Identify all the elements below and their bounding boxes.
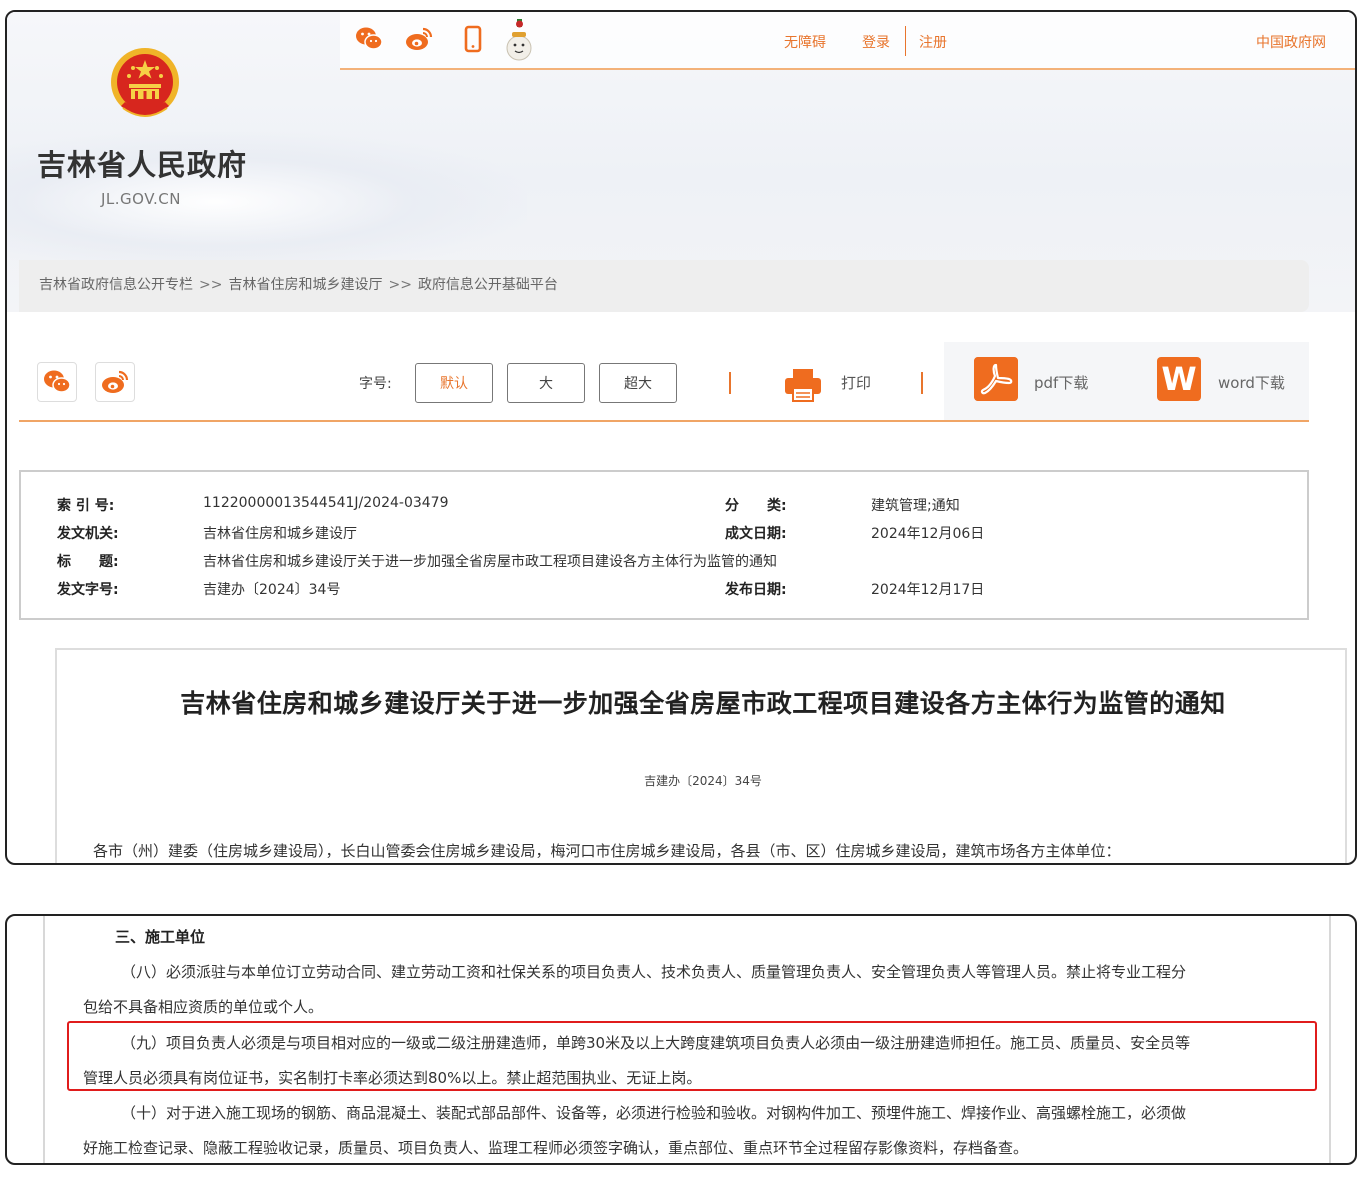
- page-edge-line: [1329, 916, 1331, 1163]
- webpage-screenshot-panel: 吉林省人民政府 JL.GOV.CN 无障碍 登录 注册 中国政府网 吉林省政府信…: [5, 10, 1357, 865]
- written-date-value: 2024年12月06日: [871, 526, 985, 542]
- register-link[interactable]: 注册: [919, 32, 947, 52]
- toolbar-divider: [729, 372, 731, 394]
- page-edge-line: [43, 916, 45, 1163]
- document-number-label: 发文字号:: [57, 582, 119, 598]
- breadcrumb-item[interactable]: 政府信息公开基础平台: [418, 277, 558, 293]
- title-label: 标 题:: [57, 554, 119, 570]
- breadcrumb-separator: >>: [388, 277, 412, 293]
- font-size-label: 字号:: [359, 376, 392, 392]
- paragraph-8-line-1: （八）必须派驻与本单位订立劳动合同、建立劳动工资和社保关系的项目负责人、技术负责…: [121, 963, 1187, 981]
- title-value: 吉林省住房和城乡建设厅关于进一步加强全省房屋市政工程项目建设各方主体行为监管的通…: [203, 554, 777, 570]
- top-link-divider: [905, 26, 906, 56]
- document-body: 吉林省住房和城乡建设厅关于进一步加强全省房屋市政工程项目建设各方主体行为监管的通…: [55, 648, 1347, 863]
- article-toolbar: 字号: 默认 大 超大 打印 pdf下载 W word下载: [19, 342, 1309, 422]
- share-weibo-button[interactable]: [95, 362, 135, 402]
- breadcrumb-item[interactable]: 吉林省住房和城乡建设厅: [228, 277, 382, 293]
- issuer-label: 发文机关:: [57, 526, 119, 542]
- word-icon[interactable]: W: [1157, 357, 1201, 401]
- login-link[interactable]: 登录: [862, 32, 890, 52]
- index-number-label: 索 引 号:: [57, 498, 115, 514]
- gov-portal-link[interactable]: 中国政府网: [1256, 32, 1326, 52]
- download-area: pdf下载 W word下载: [944, 342, 1309, 420]
- printer-icon[interactable]: [783, 368, 823, 402]
- document-metadata-box: 索 引 号: 11220000013544541J/2024-03479 分 类…: [19, 470, 1309, 620]
- font-size-large-button[interactable]: 大: [507, 363, 585, 403]
- written-date-label: 成文日期:: [725, 526, 787, 542]
- print-button[interactable]: 打印: [841, 372, 871, 393]
- word-download-button[interactable]: word下载: [1218, 372, 1285, 393]
- paragraph-10-line-2: 好施工检查记录、隐蔽工程验收记录，质量员、项目负责人、监理工程师必须签字确认，重…: [83, 1139, 1029, 1157]
- pdf-download-button[interactable]: pdf下载: [1034, 372, 1088, 393]
- document-reference-number: 吉建办〔2024〕34号: [644, 774, 762, 788]
- national-emblem-icon: [111, 48, 179, 117]
- document-addressees: 各市（州）建委（住房城乡建设局），长白山管委会住房城乡建设局，梅河口市住房城乡建…: [93, 842, 1121, 860]
- issuer-value: 吉林省住房和城乡建设厅: [203, 526, 357, 542]
- paragraph-9-line-2: 管理人员必须具有岗位证书，实名制打卡率必须达到80%以上。禁止超范围执业、无证上…: [83, 1069, 702, 1087]
- wechat-icon[interactable]: [354, 24, 384, 54]
- paragraph-8-line-2: 包给不具备相应资质的单位或个人。: [83, 998, 324, 1016]
- breadcrumb-separator: >>: [199, 277, 223, 293]
- breadcrumb-item[interactable]: 吉林省政府信息公开专栏: [39, 277, 193, 293]
- font-size-xlarge-button[interactable]: 超大: [599, 363, 677, 403]
- toolbar-divider: [921, 372, 923, 394]
- category-label: 分 类:: [725, 498, 787, 514]
- mobile-icon[interactable]: [458, 24, 488, 54]
- share-wechat-button[interactable]: [37, 362, 77, 402]
- publish-date-label: 发布日期:: [725, 582, 787, 598]
- mascot-icon[interactable]: [504, 18, 534, 62]
- index-number-value: 11220000013544541J/2024-03479: [203, 495, 449, 511]
- paragraph-10-line-1: （十）对于进入施工现场的钢筋、商品混凝土、装配式部品部件、设备等，必须进行检验和…: [121, 1104, 1187, 1122]
- publish-date-value: 2024年12月17日: [871, 582, 985, 598]
- font-size-default-button[interactable]: 默认: [415, 363, 493, 403]
- category-value: 建筑管理;通知: [871, 498, 960, 514]
- accessibility-link[interactable]: 无障碍: [784, 32, 826, 52]
- breadcrumb: 吉林省政府信息公开专栏 >> 吉林省住房和城乡建设厅 >> 政府信息公开基础平台: [19, 260, 1309, 312]
- document-number-value: 吉建办〔2024〕34号: [203, 582, 341, 598]
- document-excerpt-panel: 三、施工单位 （八）必须派驻与本单位订立劳动合同、建立劳动工资和社保关系的项目负…: [5, 914, 1357, 1165]
- section-heading: 三、施工单位: [115, 928, 206, 946]
- paragraph-9-line-1: （九）项目负责人必须是与项目相对应的一级或二级注册建造师，单跨30米及以上大跨度…: [121, 1034, 1191, 1052]
- document-title: 吉林省住房和城乡建设厅关于进一步加强全省房屋市政工程项目建设各方主体行为监管的通…: [180, 689, 1226, 718]
- top-bar: 无障碍 登录 注册 中国政府网: [340, 12, 1355, 70]
- weibo-icon: [102, 370, 129, 393]
- pdf-icon[interactable]: [974, 357, 1018, 401]
- wechat-icon: [44, 370, 71, 393]
- site-domain: JL.GOV.CN: [101, 190, 182, 208]
- weibo-icon[interactable]: [404, 24, 434, 54]
- site-name: 吉林省人民政府: [37, 148, 248, 182]
